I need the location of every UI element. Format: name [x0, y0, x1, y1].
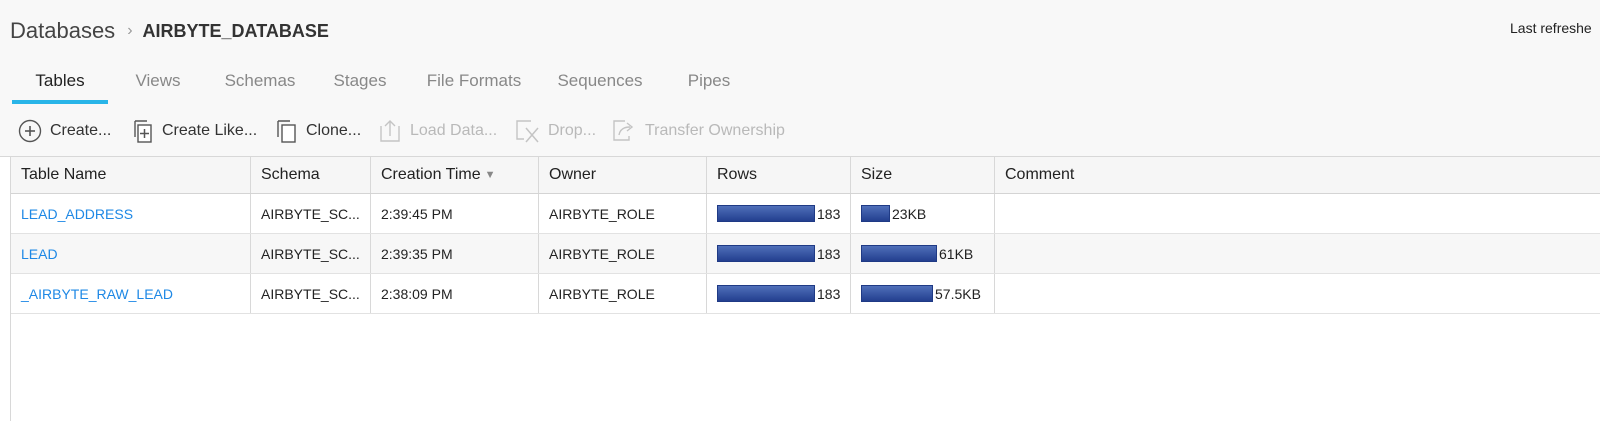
plus-circle-icon	[18, 119, 42, 143]
schema-cell: AIRBYTE_SC...	[261, 245, 360, 262]
table-row[interactable]: LEAD AIRBYTE_SC... 2:39:35 PM AIRBYTE_RO…	[11, 234, 1600, 274]
tab-pipes[interactable]: Pipes	[660, 58, 758, 103]
sort-descending-icon: ▼	[484, 169, 496, 181]
table-row[interactable]: _AIRBYTE_RAW_LEAD AIRBYTE_SC... 2:38:09 …	[11, 274, 1600, 314]
table-name-link[interactable]: _AIRBYTE_RAW_LEAD	[21, 286, 173, 302]
column-header-owner[interactable]: Owner	[539, 157, 707, 193]
upload-icon	[380, 120, 400, 142]
rows-count: 183	[817, 205, 841, 222]
schema-cell: AIRBYTE_SC...	[261, 285, 360, 302]
tab-sequences[interactable]: Sequences	[540, 58, 660, 103]
transfer-ownership-label: Transfer Ownership	[645, 122, 785, 139]
rows-bar	[717, 285, 815, 302]
column-header-size[interactable]: Size	[851, 157, 995, 193]
create-label: Create...	[50, 122, 112, 139]
schema-cell: AIRBYTE_SC...	[261, 205, 360, 222]
transfer-ownership-button[interactable]: Transfer Ownership	[611, 118, 785, 144]
size-value: 57.5KB	[935, 285, 981, 302]
create-button[interactable]: Create...	[18, 118, 111, 144]
breadcrumb-databases-link[interactable]: Databases	[10, 18, 115, 44]
clone-icon	[277, 120, 296, 143]
tab-views[interactable]: Views	[108, 58, 208, 103]
column-header-schema[interactable]: Schema	[251, 157, 371, 193]
size-bar	[861, 205, 890, 222]
drop-label: Drop...	[548, 122, 597, 139]
column-header-table-name[interactable]: Table Name	[11, 157, 251, 193]
table-header: Table Name Schema Creation Time ▼ Owner …	[11, 157, 1600, 194]
drop-button[interactable]: Drop...	[514, 118, 596, 144]
size-bar	[861, 285, 933, 302]
tab-file-formats[interactable]: File Formats	[408, 58, 540, 103]
chevron-right-icon: ›	[127, 22, 133, 39]
creation-time-cell: 2:39:35 PM	[381, 245, 453, 262]
table-name-link[interactable]: LEAD	[21, 246, 58, 262]
clone-button[interactable]: Clone...	[274, 118, 361, 144]
rows-bar	[717, 245, 815, 262]
load-data-button[interactable]: Load Data...	[378, 118, 497, 144]
transfer-icon	[613, 120, 634, 141]
column-header-rows[interactable]: Rows	[707, 157, 851, 193]
drop-icon	[516, 120, 539, 143]
breadcrumb: Databases › AIRBYTE_DATABASE	[10, 16, 329, 46]
creation-time-cell: 2:39:45 PM	[381, 205, 453, 222]
rows-count: 183	[817, 245, 841, 262]
tab-bar: Tables Views Schemas Stages File Formats…	[12, 58, 758, 104]
last-refreshed-label: Last refreshe	[1510, 20, 1592, 36]
toolbar: Create... Create Like... Clone... Load D…	[0, 104, 1600, 157]
tab-stages[interactable]: Stages	[312, 58, 408, 103]
size-value: 23KB	[892, 205, 927, 222]
create-like-button[interactable]: Create Like...	[130, 118, 257, 144]
breadcrumb-current: AIRBYTE_DATABASE	[142, 20, 329, 41]
owner-cell: AIRBYTE_ROLE	[549, 285, 655, 302]
table-row[interactable]: LEAD_ADDRESS AIRBYTE_SC... 2:39:45 PM AI…	[11, 194, 1600, 234]
size-bar	[861, 245, 937, 262]
creation-time-cell: 2:38:09 PM	[381, 285, 453, 302]
tab-schemas[interactable]: Schemas	[208, 58, 312, 103]
create-like-label: Create Like...	[162, 122, 258, 139]
copy-plus-icon	[134, 120, 152, 143]
tab-tables[interactable]: Tables	[12, 58, 108, 104]
owner-cell: AIRBYTE_ROLE	[549, 205, 655, 222]
size-value: 61KB	[939, 245, 974, 262]
clone-label: Clone...	[306, 122, 362, 139]
load-data-label: Load Data...	[410, 122, 498, 139]
owner-cell: AIRBYTE_ROLE	[549, 245, 655, 262]
table-name-link[interactable]: LEAD_ADDRESS	[21, 206, 133, 222]
rows-bar	[717, 205, 815, 222]
header: Databases › AIRBYTE_DATABASE Last refres…	[0, 0, 1600, 105]
rows-count: 183	[817, 285, 841, 302]
column-header-creation-time[interactable]: Creation Time ▼	[371, 157, 539, 193]
tables-grid: Table Name Schema Creation Time ▼ Owner …	[10, 157, 1600, 421]
column-header-comment[interactable]: Comment	[995, 157, 1600, 193]
